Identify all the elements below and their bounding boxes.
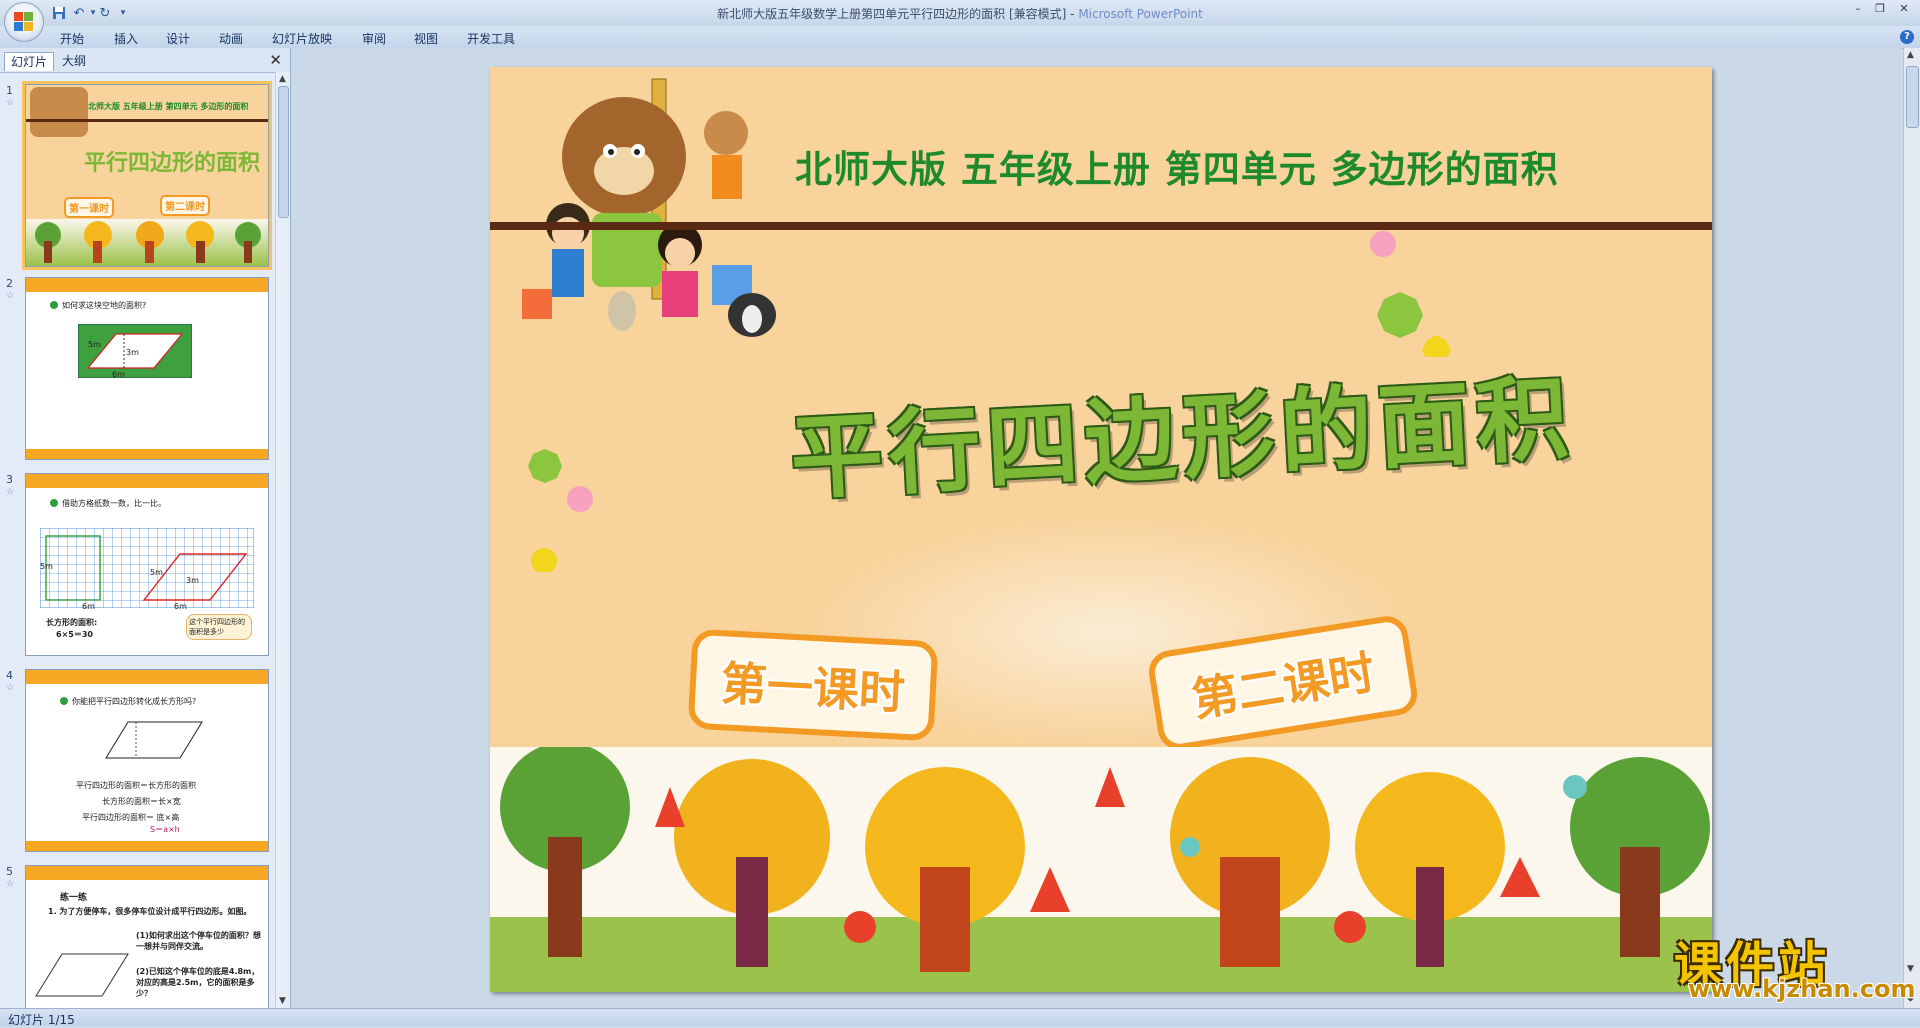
slide-counter: 幻灯片 1/15	[8, 1013, 75, 1027]
tab-view[interactable]: 视图	[414, 30, 438, 47]
close-button[interactable]: ✕	[1894, 2, 1914, 16]
thumb-top-band	[26, 866, 268, 880]
thumb-title: 平行四边形的面积	[84, 150, 261, 176]
restore-button[interactable]: ❐	[1870, 2, 1890, 16]
watermark-url: www.kjzhan.com	[1688, 975, 1916, 1003]
thumb-top-band	[26, 474, 268, 488]
window-title: 新北师大版五年级数学上册第四单元平行四边形的面积 [兼容模式] - Micros…	[717, 7, 1203, 21]
slide-thumbnail[interactable]: 借助方格纸数一数，比一比。 5m 6m 5m 3m 6m 长方形的面积: 6×5…	[25, 473, 269, 656]
thumb-question: 如何求这块空地的面积?	[62, 301, 147, 310]
thumb-divider	[26, 119, 268, 122]
tab-design[interactable]: 设计	[166, 30, 190, 47]
site-watermark: 课件站 www.kjzhan.com	[1668, 925, 1915, 1005]
animation-star-icon: ☆	[6, 98, 15, 108]
status-bar: 幻灯片 1/15	[0, 1008, 1920, 1027]
minimize-button[interactable]: –	[1848, 2, 1868, 16]
grid-diagram	[40, 528, 254, 608]
tab-home[interactable]: 开始	[60, 30, 84, 47]
current-slide[interactable]: 北师大版 五年级上册 第四单元 多边形的面积 平行四边形的面积 第一课时 第二课…	[490, 67, 1712, 992]
pane-scroll-thumb[interactable]	[278, 86, 289, 218]
slide-thumbnail[interactable]: 练一练 1. 为了方便停车，很多停车位设计成平行四边形。如图。 (1)如何求出这…	[25, 865, 269, 1009]
thumb-bottom-band	[26, 841, 268, 851]
tab-review[interactable]: 审阅	[362, 30, 386, 47]
thumb-button-1: 第一课时	[64, 197, 114, 218]
thumb-top-band	[26, 278, 268, 292]
ribbon-tabs: 开始 插入 设计 动画 幻灯片放映 审阅 视图 开发工具 ?	[0, 26, 1920, 49]
label-height: 3m	[186, 576, 199, 585]
tab-developer[interactable]: 开发工具	[467, 30, 515, 47]
bullet-icon	[50, 499, 58, 507]
characters-illustration	[522, 78, 776, 337]
lesson-1-button[interactable]: 第一课时	[687, 628, 939, 742]
characters-image	[30, 87, 88, 137]
label-base: 6m	[112, 370, 125, 379]
label-base: 6m	[174, 602, 187, 611]
help-icon[interactable]: ?	[1900, 30, 1914, 44]
label-rect-side: 5m	[40, 562, 53, 571]
slide-number: 1	[6, 84, 13, 97]
editor-scrollbar[interactable]: ▲ ▼ ⏶ ⏷	[1903, 48, 1920, 1008]
animation-star-icon: ☆	[6, 879, 15, 889]
office-button[interactable]	[4, 2, 44, 42]
header-divider	[490, 222, 1712, 230]
bullet-icon	[50, 301, 58, 309]
thumb-question: 你能把平行四边形转化成长方形吗?	[72, 697, 197, 706]
thumb-header: 北师大版 五年级上册 第四单元 多边形的面积	[88, 102, 249, 111]
decorative-dots	[1370, 231, 1451, 357]
thumb-question: 借助方格纸数一数，比一比。	[62, 499, 166, 508]
label-height: 3m	[126, 348, 139, 357]
scroll-down-icon[interactable]: ▼	[1907, 964, 1914, 974]
slide-header[interactable]: 北师大版 五年级上册 第四单元 多边形的面积	[795, 139, 1559, 193]
exercise-q2: (1)如何求出这个停车位的面积？想一想并与同伴交流。	[136, 931, 261, 951]
rect-area-label: 长方形的面积:	[46, 618, 98, 627]
scroll-down-icon[interactable]: ▼	[279, 996, 286, 1006]
animation-star-icon: ☆	[6, 683, 15, 693]
speech-bubble: 这个平行四边形的面积是多少	[186, 614, 252, 640]
slide-thumbnail[interactable]: 你能把平行四边形转化成长方形吗? 平行四边形的面积＝长方形的面积 长方形的面积＝…	[25, 669, 269, 852]
thumb-button-2: 第二课时	[160, 195, 210, 216]
exercise-heading: 练一练	[60, 893, 88, 903]
decorative-dots	[528, 449, 593, 572]
formula-line-3: 平行四边形的面积＝ 底×高	[82, 813, 180, 822]
slide-number: 2	[6, 277, 13, 290]
scroll-up-icon[interactable]: ▲	[279, 74, 286, 84]
formula-line-4: S＝a×h	[150, 825, 180, 834]
slide-title[interactable]: 平行四边形的面积	[787, 349, 1577, 517]
tab-animations[interactable]: 动画	[219, 30, 243, 47]
tab-outline[interactable]: 大纲	[56, 52, 92, 70]
exercise-q3: (2)已知这个停车位的底是4.8m，对应的高是2.5m，它的面积是多少？	[136, 967, 260, 998]
thumb-forest	[26, 219, 268, 266]
forest-illustration	[490, 742, 1712, 992]
slide-thumbnail[interactable]: 如何求这块空地的面积? 5m 3m 6m	[25, 277, 269, 460]
editor-scroll-thumb[interactable]	[1906, 66, 1919, 128]
pane-scrollbar[interactable]: ▲ ▼	[275, 72, 290, 1008]
animation-star-icon: ☆	[6, 487, 15, 497]
tab-slideshow[interactable]: 幻灯片放映	[272, 30, 332, 47]
office-logo-icon	[14, 12, 34, 32]
formula-line-1: 平行四边形的面积＝长方形的面积	[76, 781, 196, 790]
formula-line-2: 长方形的面积＝长×宽	[102, 797, 181, 806]
slide-number: 5	[6, 865, 13, 878]
thumb-bottom-band	[26, 449, 268, 459]
animation-star-icon: ☆	[6, 291, 15, 301]
label-side: 5m	[150, 568, 163, 577]
parallelogram-diagram	[105, 721, 203, 759]
label-rect-base: 6m	[82, 602, 95, 611]
pane-tabs: 幻灯片 大纲 ✕	[0, 48, 290, 73]
title-bar: ↶ ▾ ↻ ▾ 新北师大版五年级数学上册第四单元平行四边形的面积 [兼容模式] …	[0, 0, 1920, 42]
scroll-up-icon[interactable]: ▲	[1907, 50, 1914, 60]
tab-insert[interactable]: 插入	[114, 30, 138, 47]
slide-thumbnail[interactable]: 北师大版 五年级上册 第四单元 多边形的面积 平行四边形的面积 第一课时 第二课…	[22, 81, 272, 270]
bullet-icon	[60, 697, 68, 705]
thumb-top-band	[26, 670, 268, 684]
close-icon[interactable]: ✕	[269, 51, 282, 69]
label-side: 5m	[88, 340, 101, 349]
rect-area-calc: 6×5＝30	[56, 630, 93, 639]
parking-diagram	[35, 953, 129, 997]
slides-pane: 幻灯片 大纲 ✕ 1 ☆ 北师大版 五年级上册 第四单元 多边形的面积 平行四边…	[0, 48, 291, 1009]
exercise-q1: 1. 为了方便停车，很多停车位设计成平行四边形。如图。	[48, 907, 252, 916]
tab-slides[interactable]: 幻灯片	[4, 52, 55, 71]
slide-number: 3	[6, 473, 13, 486]
slide-number: 4	[6, 669, 13, 682]
